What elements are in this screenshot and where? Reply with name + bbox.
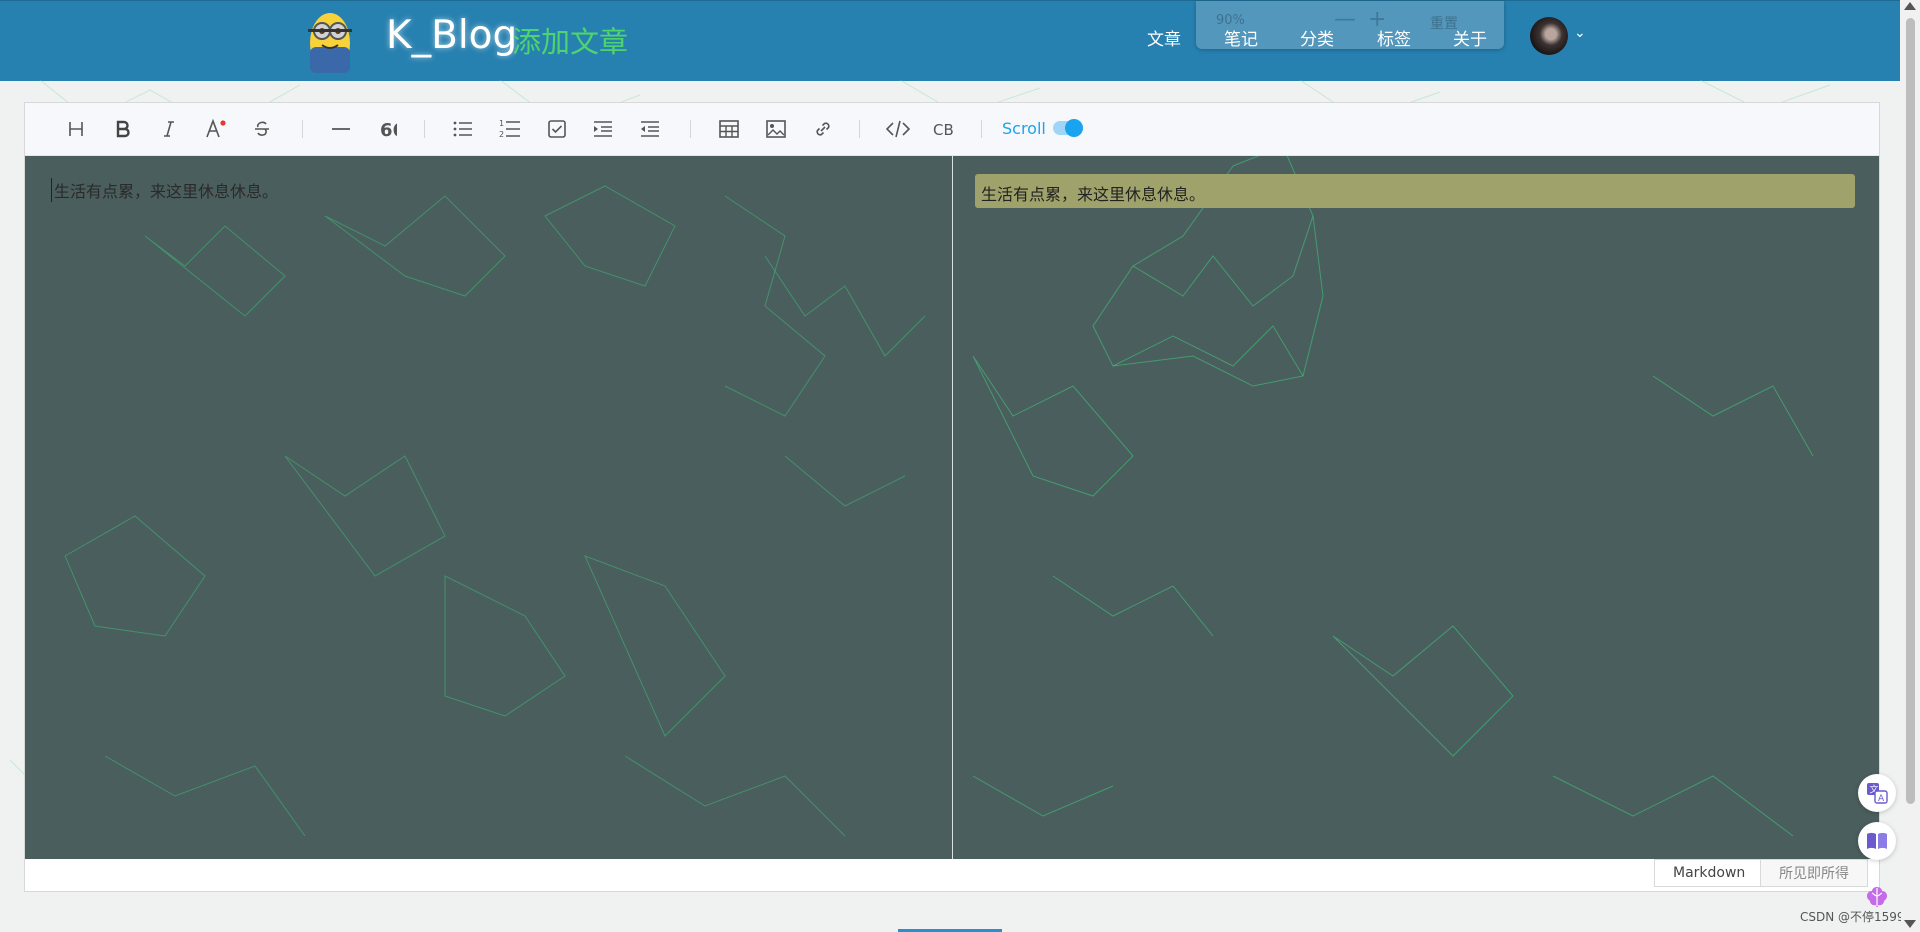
horizontal-rule-icon[interactable] <box>325 113 357 145</box>
toolbar-divider <box>690 120 691 138</box>
nav-categories[interactable]: 分类 <box>1300 25 1334 50</box>
link-icon[interactable] <box>807 113 839 145</box>
translate-icon[interactable]: 文A <box>1858 774 1896 812</box>
toolbar-divider <box>859 120 860 138</box>
font-color-icon[interactable] <box>200 113 232 145</box>
task-list-icon[interactable] <box>541 113 573 145</box>
scroll-up-arrow-icon[interactable] <box>1904 2 1916 10</box>
quote-icon[interactable]: 66 <box>372 113 404 145</box>
scroll-sync-toggle[interactable] <box>1053 119 1083 137</box>
markdown-editor: 66 12 CB <box>24 102 1880 892</box>
svg-text:1: 1 <box>499 119 504 128</box>
tab-markdown[interactable]: Markdown <box>1654 859 1765 887</box>
page-scrollbar[interactable] <box>1901 0 1920 932</box>
scroll-sync-label: Scroll <box>1002 119 1046 138</box>
toggle-knob <box>1065 119 1083 137</box>
svg-text:CB: CB <box>933 121 954 138</box>
image-icon[interactable] <box>760 113 792 145</box>
bold-icon[interactable] <box>107 113 139 145</box>
markdown-text[interactable]: 生活有点累，来这里休息休息。 <box>51 178 278 202</box>
page-subtitle: 添加文章 <box>512 25 629 59</box>
minion-logo-icon <box>308 13 352 73</box>
toolbar-divider <box>302 120 303 138</box>
zoom-out-button[interactable]: — <box>1334 7 1356 32</box>
ordered-list-icon[interactable]: 12 <box>494 113 526 145</box>
markdown-input-pane[interactable]: 生活有点累，来这里休息休息。 <box>25 156 953 859</box>
tab-wysiwyg[interactable]: 所见即所得 <box>1760 859 1868 887</box>
toolbar-divider <box>981 120 982 138</box>
preview-paragraph: 生活有点累，来这里休息休息。 <box>975 174 1855 208</box>
preview-text: 生活有点累，来这里休息休息。 <box>981 185 1206 204</box>
svg-text:2: 2 <box>499 130 504 139</box>
svg-text:A: A <box>1878 794 1885 804</box>
top-navbar: K_Blog 添加文章 90% — + 重置 文章 笔记 分类 标签 关于 ⌄ <box>0 0 1900 81</box>
preview-pane: 生活有点累，来这里休息休息。 <box>953 156 1879 859</box>
avatar[interactable] <box>1530 17 1568 55</box>
toolbar-divider <box>424 120 425 138</box>
heading-icon[interactable] <box>60 113 92 145</box>
strikethrough-icon[interactable] <box>246 113 278 145</box>
reader-book-icon[interactable] <box>1858 822 1896 860</box>
pane-particle-decoration <box>972 156 1814 837</box>
svg-text:66: 66 <box>380 120 397 138</box>
nav-notes[interactable]: 笔记 <box>1224 25 1258 50</box>
chevron-down-icon[interactable]: ⌄ <box>1574 25 1586 41</box>
nav-tags[interactable]: 标签 <box>1377 25 1411 50</box>
nav-about[interactable]: 关于 <box>1453 25 1487 50</box>
table-icon[interactable] <box>713 113 745 145</box>
watermark-text: CSDN @不停1599 <box>1800 910 1905 924</box>
editor-toolbar: 66 12 CB <box>25 103 1879 156</box>
scrollbar-thumb[interactable] <box>1906 18 1915 804</box>
brand-title[interactable]: K_Blog <box>386 13 517 58</box>
scroll-down-arrow-icon[interactable] <box>1904 920 1916 928</box>
italic-icon[interactable] <box>153 113 185 145</box>
code-icon[interactable] <box>882 113 914 145</box>
code-block-icon[interactable]: CB <box>928 113 960 145</box>
outdent-icon[interactable] <box>634 113 666 145</box>
nav-articles[interactable]: 文章 <box>1147 25 1181 50</box>
bullet-list-icon[interactable] <box>447 113 479 145</box>
indent-icon[interactable] <box>587 113 619 145</box>
pane-particle-decoration <box>64 185 926 837</box>
